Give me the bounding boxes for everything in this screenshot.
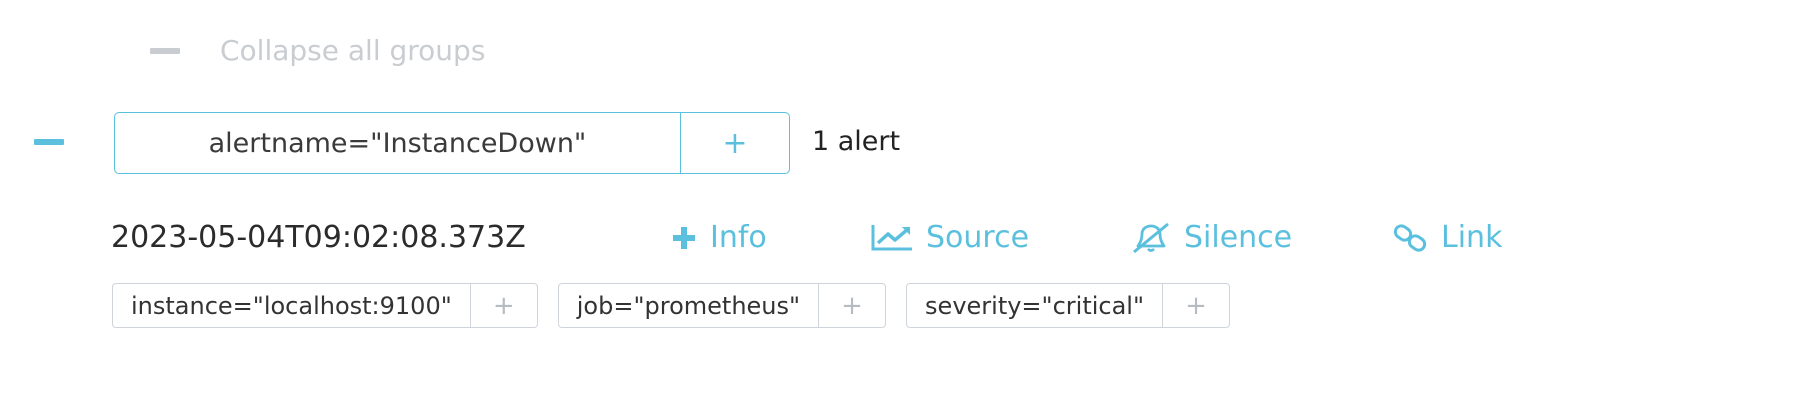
label-severity: severity="critical" + [906, 283, 1230, 328]
alert-timestamp: 2023-05-04T09:02:08.373Z [111, 220, 526, 255]
label-text[interactable]: job="prometheus" [559, 284, 820, 327]
group-collapse-toggle[interactable] [34, 139, 64, 145]
collapse-all-label: Collapse all groups [220, 34, 486, 67]
label-add-button[interactable]: + [1163, 284, 1229, 327]
silence-label: Silence [1184, 220, 1293, 255]
source-link[interactable]: Source [870, 220, 1029, 255]
alert-groups-view: Collapse all groups alertname="InstanceD… [0, 0, 1812, 402]
silence-button[interactable]: Silence [1130, 220, 1292, 255]
group-label-add-button[interactable]: + [681, 113, 789, 173]
label-add-button[interactable]: + [471, 284, 537, 327]
label-add-button[interactable]: + [819, 284, 885, 327]
chart-line-icon [871, 224, 912, 250]
plus-icon [673, 226, 695, 249]
link-label: Link [1441, 220, 1503, 255]
bell-slash-icon [1133, 222, 1169, 253]
link-icon [1393, 223, 1427, 252]
group-label-text[interactable]: alertname="InstanceDown" [115, 113, 681, 173]
group-label-filter: alertname="InstanceDown" + [114, 112, 790, 174]
info-button[interactable]: Info [670, 220, 767, 255]
label-text[interactable]: instance="localhost:9100" [113, 284, 471, 327]
alert-labels: instance="localhost:9100" + job="prometh… [112, 283, 1250, 328]
alert-count: 1 alert [812, 126, 901, 157]
link-button[interactable]: Link [1393, 220, 1502, 255]
label-text[interactable]: severity="critical" [907, 284, 1163, 327]
collapse-all-groups-button[interactable]: Collapse all groups [150, 34, 485, 67]
minus-icon [150, 47, 180, 54]
source-label: Source [926, 220, 1030, 255]
label-job: job="prometheus" + [557, 283, 887, 328]
info-label: Info [710, 220, 767, 255]
label-instance: instance="localhost:9100" + [112, 283, 538, 328]
